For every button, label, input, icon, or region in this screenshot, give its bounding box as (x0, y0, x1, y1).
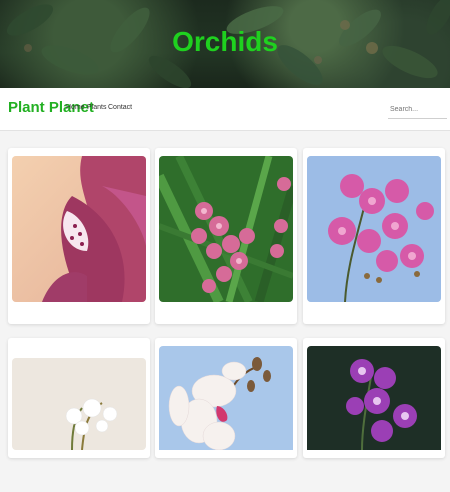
orchid-card-6[interactable] (303, 338, 445, 458)
orchid-photo-5[interactable] (159, 346, 293, 492)
orchid-card-5[interactable] (155, 338, 297, 458)
navbar: Plant Planet Home Plants Contact (0, 88, 450, 131)
search-input[interactable] (388, 100, 447, 119)
orchid-photo-1[interactable] (12, 156, 146, 302)
orchid-card-1[interactable] (8, 148, 150, 324)
hero-banner: Orchids (0, 0, 450, 88)
orchid-card-3[interactable] (303, 148, 445, 324)
orchid-photo-4[interactable] (12, 358, 146, 450)
nav-link-contact[interactable]: Contact (108, 104, 132, 111)
nav-link-home[interactable]: Home (66, 104, 85, 111)
orchid-card-2[interactable] (155, 148, 297, 324)
orchid-photo-6[interactable] (307, 346, 441, 492)
orchid-photo-3[interactable] (307, 156, 441, 302)
page-title: Orchids (172, 26, 278, 57)
orchid-card-4[interactable] (8, 338, 150, 458)
orchid-photo-2[interactable] (159, 156, 293, 302)
nav-link-plants[interactable]: Plants (87, 104, 106, 111)
